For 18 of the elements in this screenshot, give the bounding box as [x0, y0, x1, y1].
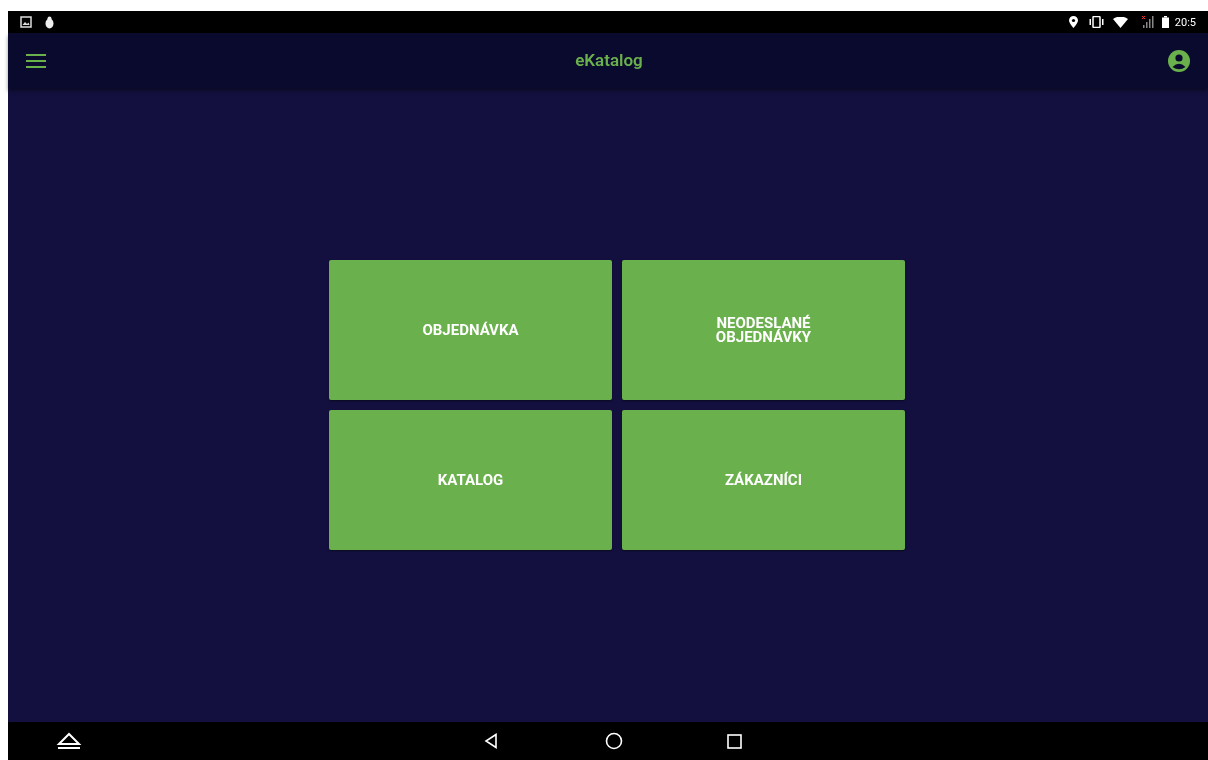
menu-tile[interactable]: NEODESLANÉ OBJEDNÁVKY [622, 260, 905, 400]
back-icon[interactable] [484, 733, 498, 749]
battery-icon [1161, 16, 1169, 28]
keyboard-hide-icon[interactable] [55, 732, 83, 750]
menu-tile[interactable]: ZÁKAZNÍCI [622, 410, 905, 550]
menu-tile[interactable]: OBJEDNÁVKA [329, 260, 612, 400]
vibrate-icon [1087, 16, 1105, 28]
location-icon [1068, 16, 1078, 28]
app-title: eKatalog [574, 48, 643, 72]
home-icon[interactable] [605, 732, 623, 750]
signal-icon [1141, 16, 1154, 28]
wifi-icon [1112, 16, 1128, 28]
account-icon[interactable] [1168, 49, 1190, 72]
recents-icon[interactable] [727, 733, 742, 749]
image-icon [20, 16, 32, 28]
status-time: 20:5 [1174, 16, 1196, 28]
menu-tile[interactable]: KATALOG [329, 410, 612, 550]
menu-icon[interactable] [26, 53, 46, 68]
